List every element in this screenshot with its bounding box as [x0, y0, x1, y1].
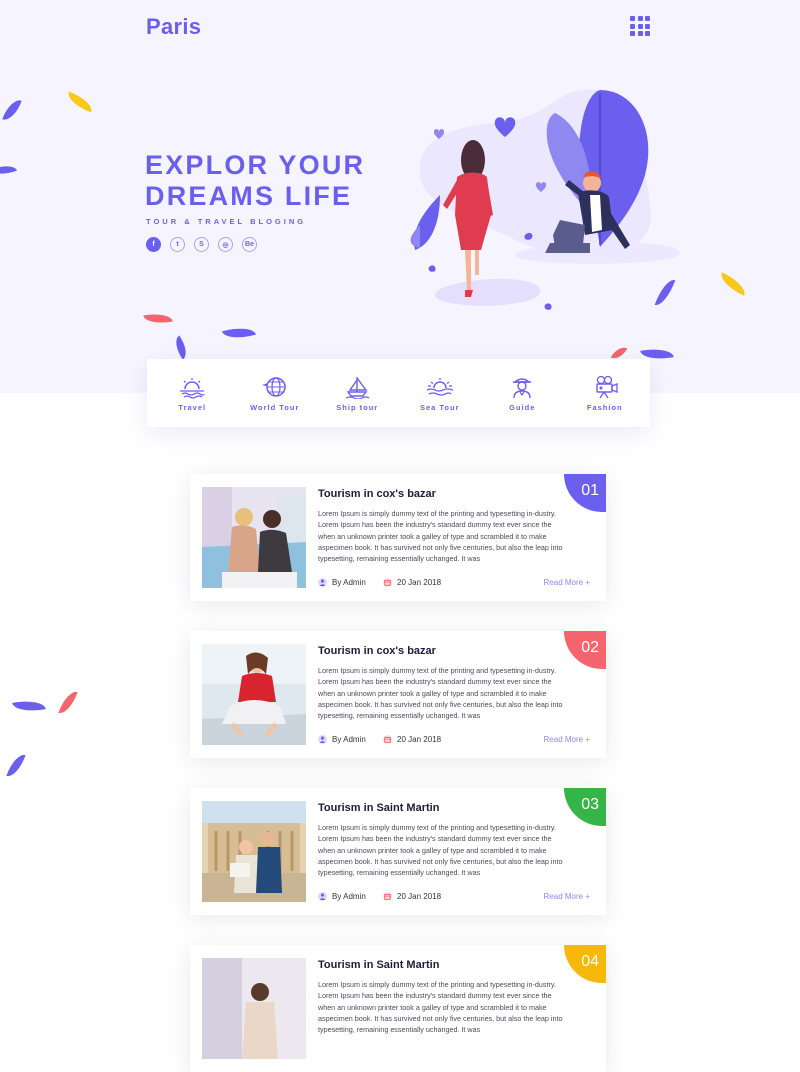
social-links: f t S ◎ Be — [146, 237, 257, 252]
calendar-icon — [383, 892, 392, 901]
post-date: 20 Jan 2018 — [383, 892, 441, 901]
read-more-link[interactable]: Read More + — [544, 578, 590, 587]
services-bar: Travel World Tour Ship tour Sea Tour Gui… — [147, 359, 650, 427]
post-title[interactable]: Tourism in Saint Martin — [318, 802, 439, 814]
service-label: World Tour — [250, 402, 300, 412]
grid-menu-icon[interactable] — [630, 16, 650, 36]
post-number-badge: 04 — [564, 945, 606, 983]
sunset-waves-icon — [426, 377, 453, 396]
read-more-link[interactable]: Read More + — [544, 735, 590, 744]
blog-post-card[interactable]: Tourism in cox's bazar Lorem Ipsum is si… — [190, 474, 606, 601]
blog-post-card[interactable]: Tourism in Saint Martin Lorem Ipsum is s… — [190, 788, 606, 915]
post-author: By Admin — [318, 578, 366, 587]
site-logo[interactable]: Paris — [146, 14, 201, 40]
post-title[interactable]: Tourism in cox's bazar — [318, 645, 436, 657]
service-label: Travel — [178, 402, 207, 412]
post-number-badge: 02 — [564, 631, 606, 669]
user-icon — [318, 892, 327, 901]
guide-person-icon — [513, 377, 532, 398]
post-excerpt: Lorem Ipsum is simply dummy text of the … — [318, 823, 563, 878]
service-travel[interactable]: Travel — [152, 375, 232, 412]
blog-post-card[interactable]: Tourism in Saint Martin Lorem Ipsum is s… — [190, 945, 606, 1072]
post-image[interactable] — [202, 801, 306, 902]
post-excerpt: Lorem Ipsum is simply dummy text of the … — [318, 509, 563, 564]
post-author: By Admin — [318, 735, 366, 744]
user-icon — [318, 578, 327, 587]
post-image[interactable] — [202, 644, 306, 745]
service-label: Ship tour — [336, 402, 379, 412]
dribbble-icon[interactable]: ◎ — [218, 237, 233, 252]
blog-post-card[interactable]: Tourism in cox's bazar Lorem Ipsum is si… — [190, 631, 606, 758]
post-number-badge: 03 — [564, 788, 606, 826]
read-more-link[interactable]: Read More + — [544, 892, 590, 901]
globe-plane-icon — [261, 376, 286, 397]
sailboat-icon — [345, 376, 370, 399]
post-image[interactable] — [202, 487, 306, 588]
post-image[interactable] — [202, 958, 306, 1059]
sunset-sea-icon — [180, 377, 205, 399]
hero-subtitle: TOUR & TRAVEL BLOGING — [146, 217, 307, 226]
user-icon — [318, 735, 327, 744]
post-title[interactable]: Tourism in cox's bazar — [318, 488, 436, 500]
service-guide[interactable]: Guide — [482, 375, 562, 412]
couple-illustration — [410, 89, 680, 310]
service-label: Sea Tour — [419, 402, 460, 412]
post-excerpt: Lorem Ipsum is simply dummy text of the … — [318, 666, 563, 721]
leaf-decoration — [12, 697, 46, 715]
leaf-decoration — [58, 688, 78, 717]
leaf-decoration — [6, 751, 26, 780]
post-date: 20 Jan 2018 — [383, 735, 441, 744]
service-label: Fashion — [586, 402, 623, 412]
twitter-icon[interactable]: t — [170, 237, 185, 252]
calendar-icon — [383, 578, 392, 587]
post-author: By Admin — [318, 892, 366, 901]
hero-title: EXPLOR YOUR DREAMS LIFE — [145, 150, 366, 211]
service-sea-tour[interactable]: Sea Tour — [400, 375, 480, 412]
calendar-icon — [383, 735, 392, 744]
service-fashion[interactable]: Fashion — [565, 375, 645, 412]
service-ship-tour[interactable]: Ship tour — [317, 375, 397, 412]
service-label: Guide — [509, 402, 536, 412]
facebook-icon[interactable]: f — [146, 237, 161, 252]
behance-icon[interactable]: Be — [242, 237, 257, 252]
post-number-badge: 01 — [564, 474, 606, 512]
post-date: 20 Jan 2018 — [383, 578, 441, 587]
movie-camera-icon — [596, 375, 618, 398]
post-excerpt: Lorem Ipsum is simply dummy text of the … — [318, 980, 563, 1035]
post-title[interactable]: Tourism in Saint Martin — [318, 959, 439, 971]
service-world-tour[interactable]: World Tour — [235, 375, 315, 412]
skype-icon[interactable]: S — [194, 237, 209, 252]
